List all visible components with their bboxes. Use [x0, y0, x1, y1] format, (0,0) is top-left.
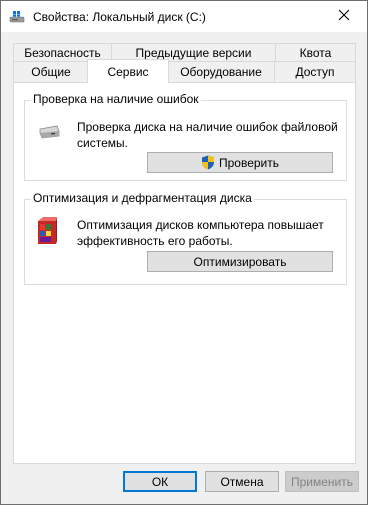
apply-button[interactable]: Применить — [285, 471, 359, 492]
error-check-description-line2: системы. — [77, 136, 128, 150]
group-title: Оптимизация и дефрагментация диска — [31, 191, 254, 205]
dialog-content: Безопасность Предыдущие версии Квота Общ… — [1, 32, 367, 504]
ok-button[interactable]: ОК — [123, 471, 197, 492]
title-bar: Свойства: Локальный диск (C:) — [1, 1, 367, 32]
check-button[interactable]: Проверить — [147, 152, 333, 173]
tab-label: Предыдущие версии — [135, 45, 252, 60]
window-title: Свойства: Локальный диск (C:) — [33, 10, 206, 24]
apply-button-label: Применить — [290, 474, 353, 489]
tab-label: Общие — [31, 65, 71, 79]
close-button[interactable] — [321, 1, 367, 32]
tab-label: Безопасность — [24, 45, 101, 60]
optimize-description-line2: эффективность его работы. — [77, 234, 233, 248]
check-button-label: Проверить — [218, 155, 279, 170]
uac-shield-icon — [201, 155, 215, 170]
optimize-group: Оптимизация и дефрагментация диска Оптим… — [24, 191, 347, 285]
group-title: Проверка на наличие ошибок — [31, 92, 201, 106]
tab-label: Доступ — [295, 65, 335, 79]
optimize-button[interactable]: Оптимизировать — [147, 251, 333, 272]
tab-label: Квота — [299, 45, 332, 60]
tab-quota[interactable]: Квота — [275, 43, 356, 62]
error-checking-group: Проверка на наличие ошибок Проверка диск… — [24, 92, 347, 181]
drive-icon — [37, 123, 61, 139]
optimize-button-label: Оптимизировать — [193, 254, 287, 269]
ok-button-label: ОК — [151, 474, 169, 489]
tab-hardware[interactable]: Оборудование — [167, 61, 275, 83]
cancel-button-label: Отмена — [220, 474, 264, 489]
close-icon — [338, 9, 350, 24]
tab-label: Оборудование — [180, 65, 262, 79]
tab-label: Сервис — [107, 64, 149, 79]
tab-sharing[interactable]: Доступ — [274, 61, 356, 83]
cancel-button[interactable]: Отмена — [205, 471, 279, 492]
tab-general[interactable]: Общие — [13, 61, 89, 83]
tab-tools[interactable]: Сервис — [87, 59, 169, 83]
properties-window: Свойства: Локальный диск (C:) Безопаснос… — [0, 0, 368, 505]
drive-title-icon — [9, 10, 25, 24]
defrag-icon — [37, 217, 57, 245]
error-check-description-line1: Проверка диска на наличие ошибок файлово… — [77, 120, 338, 134]
optimize-description-line1: Оптимизация дисков компьютера повышает — [77, 218, 324, 232]
tools-tab-panel: Проверка на наличие ошибок Проверка диск… — [13, 82, 356, 464]
